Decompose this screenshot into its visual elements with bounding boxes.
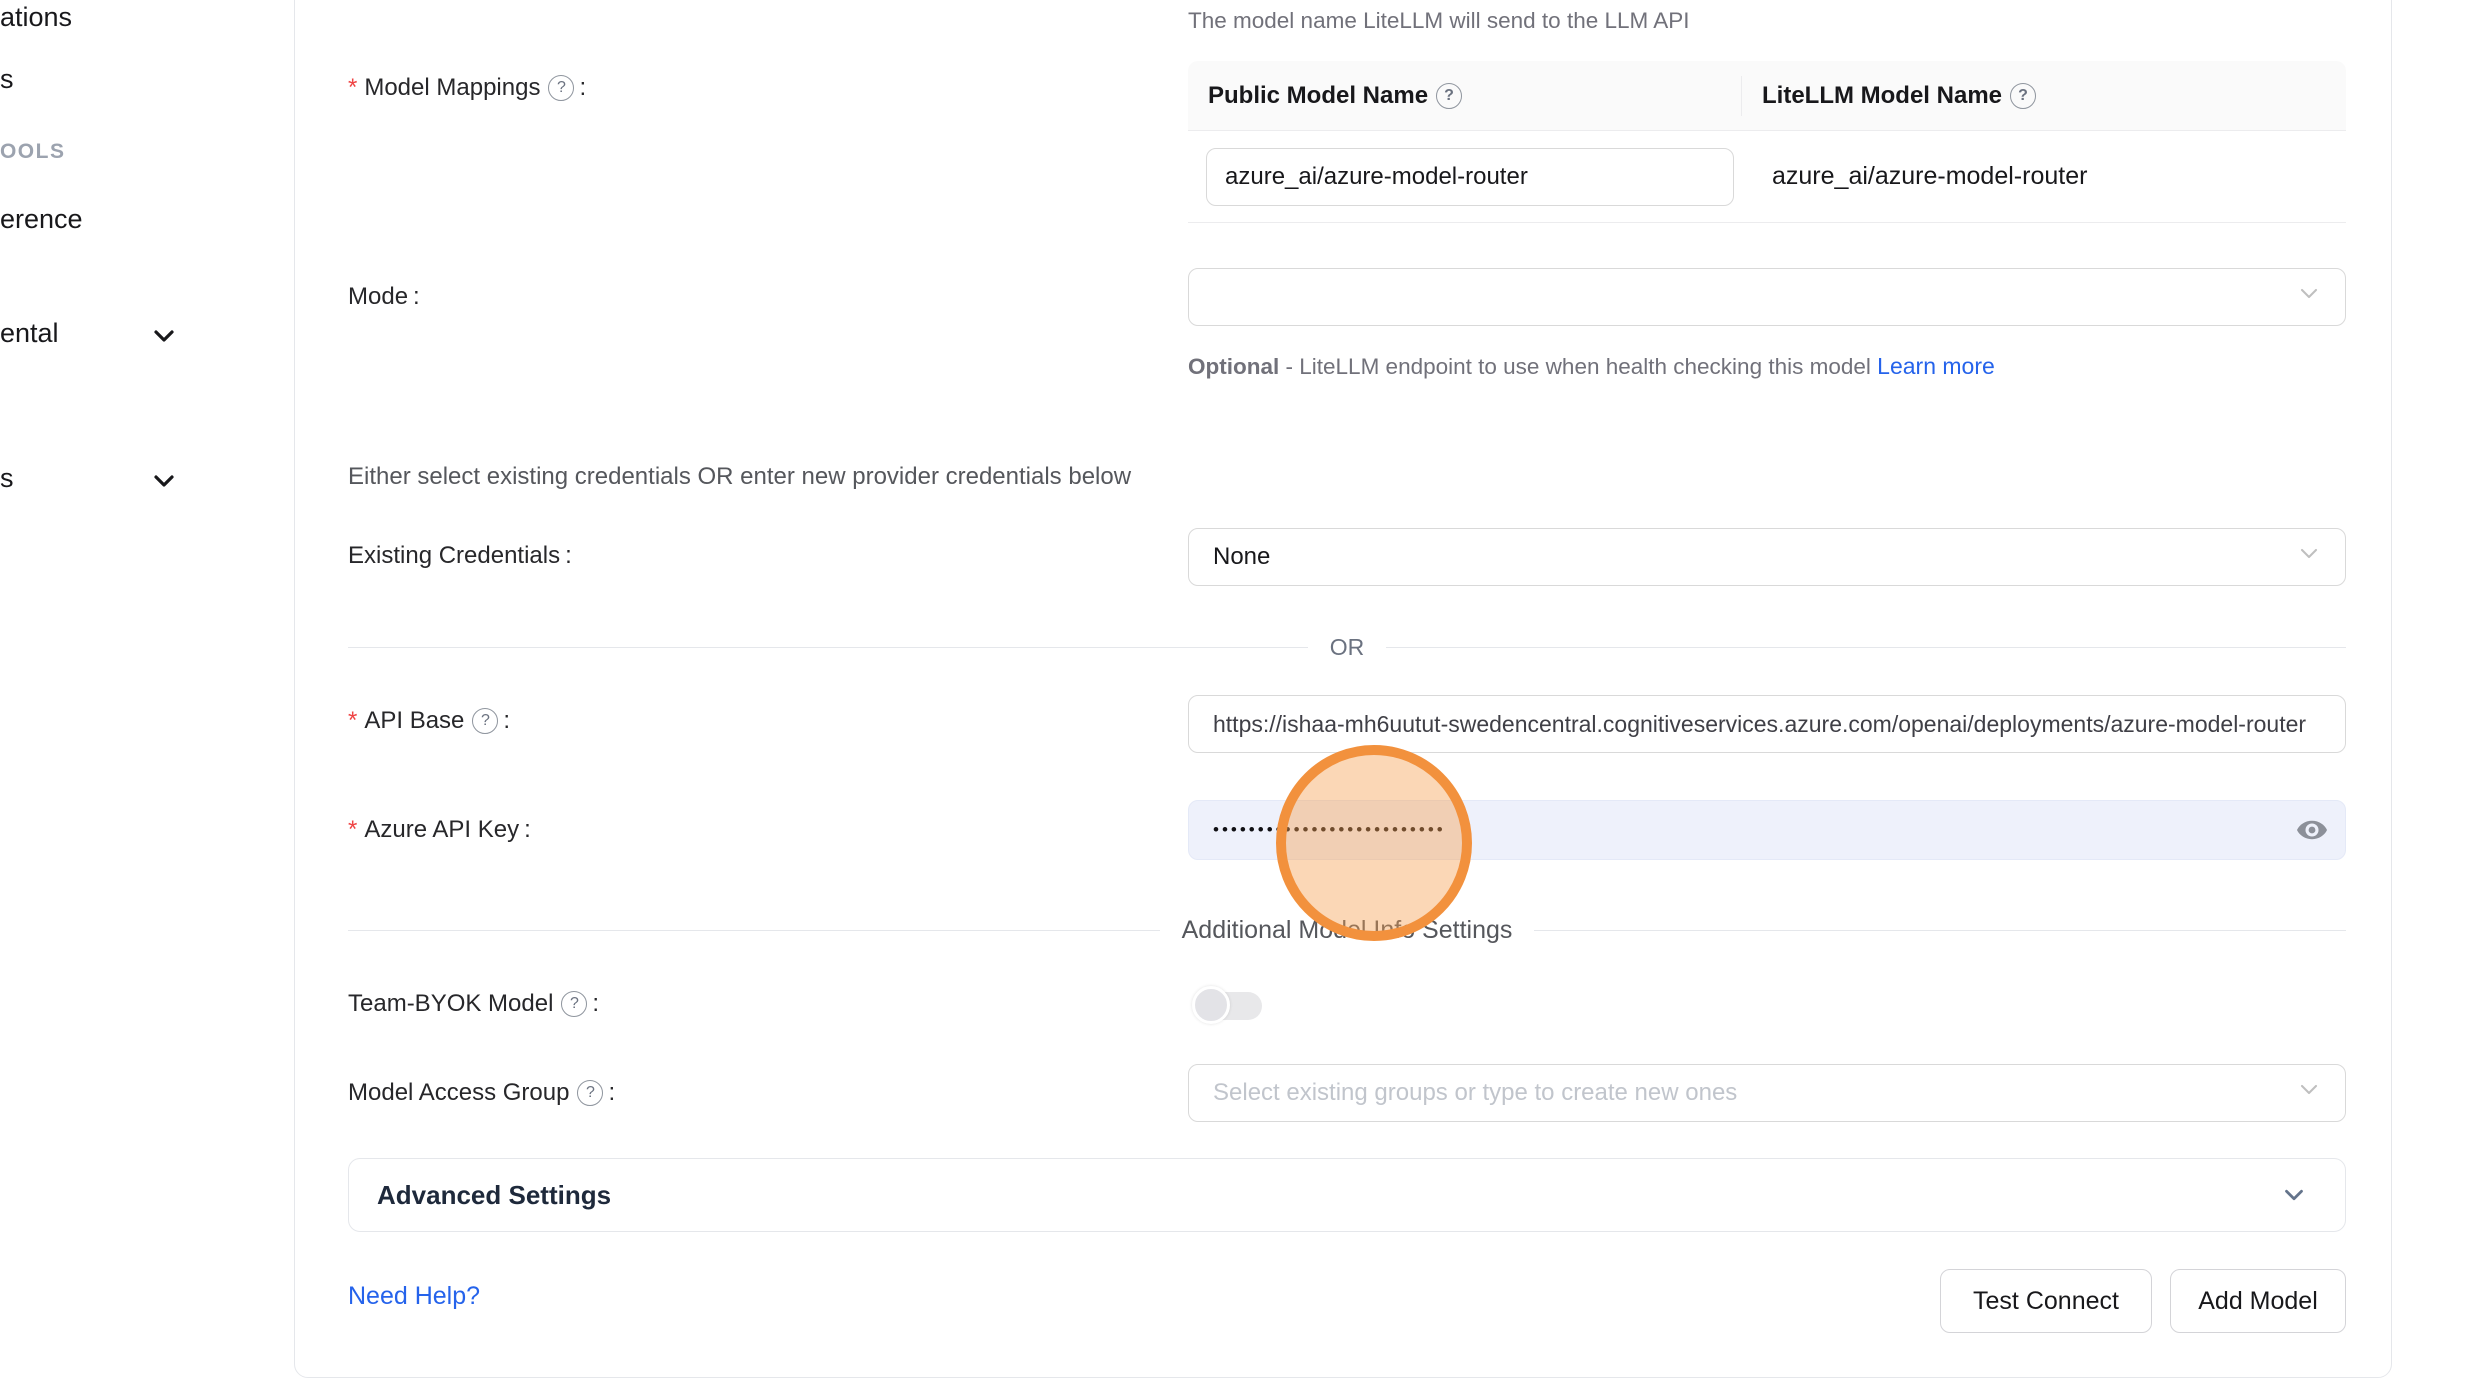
add-model-button[interactable]: Add Model bbox=[2170, 1269, 2346, 1333]
sidebar-item-label: erence bbox=[0, 204, 83, 234]
sidebar-item-organizations[interactable]: ations bbox=[0, 2, 72, 33]
public-model-name-input[interactable] bbox=[1206, 148, 1734, 206]
chevron-down-icon bbox=[2295, 540, 2323, 575]
additional-settings-divider: Additional Model Info Settings bbox=[348, 916, 2346, 945]
test-connect-button[interactable]: Test Connect bbox=[1940, 1269, 2152, 1333]
api-base-value: https://ishaa-mh6uutut-swedencentral.cog… bbox=[1213, 711, 2306, 738]
chevron-down-icon[interactable] bbox=[148, 320, 180, 357]
help-question-icon[interactable]: ? bbox=[577, 1080, 603, 1106]
sidebar-item-experimental[interactable]: ental bbox=[0, 318, 59, 349]
litellm-model-name-value: azure_ai/azure-model-router bbox=[1772, 162, 2087, 191]
team-byok-toggle[interactable] bbox=[1192, 986, 1262, 1024]
sidebar-item-guardrails[interactable]: s bbox=[0, 64, 14, 95]
sidebar-section-tools: TOOLS bbox=[0, 140, 65, 164]
mode-label: Mode : bbox=[348, 283, 420, 311]
public-model-name-header: Public Model Name ? bbox=[1188, 76, 1742, 116]
model-access-group-label: Model Access Group ? : bbox=[348, 1079, 615, 1107]
chevron-down-icon bbox=[2295, 1076, 2323, 1111]
team-byok-label: Team-BYOK Model ? : bbox=[348, 990, 599, 1018]
litellm-model-name-header: LiteLLM Model Name ? bbox=[1742, 76, 2346, 116]
table-row: azure_ai/azure-model-router bbox=[1188, 131, 2346, 223]
model-mappings-table: Public Model Name ? LiteLLM Model Name ?… bbox=[1188, 61, 2346, 223]
help-question-icon[interactable]: ? bbox=[2010, 83, 2036, 109]
required-asterisk: * bbox=[348, 816, 357, 844]
model-mappings-label: * Model Mappings ? : bbox=[348, 74, 586, 102]
advanced-settings-label: Advanced Settings bbox=[377, 1180, 2279, 1211]
sidebar-item-label: ations bbox=[0, 2, 72, 32]
chevron-down-icon bbox=[2279, 1180, 2309, 1210]
help-question-icon[interactable]: ? bbox=[561, 991, 587, 1017]
azure-api-key-input[interactable]: •••••••••••••••••••••••••• bbox=[1188, 800, 2346, 860]
help-question-icon[interactable]: ? bbox=[472, 708, 498, 734]
chevron-down-icon[interactable] bbox=[148, 465, 180, 502]
help-question-icon[interactable]: ? bbox=[548, 75, 574, 101]
model-name-helper-text: The model name LiteLLM will send to the … bbox=[1188, 8, 1690, 34]
sidebar-item-label: ental bbox=[0, 318, 59, 348]
optional-prefix: Optional bbox=[1188, 354, 1279, 379]
help-question-icon[interactable]: ? bbox=[1436, 83, 1462, 109]
existing-credentials-select[interactable]: None bbox=[1188, 528, 2346, 586]
advanced-settings-panel[interactable]: Advanced Settings bbox=[348, 1158, 2346, 1232]
sidebar-item-label: s bbox=[0, 64, 14, 94]
table-header-row: Public Model Name ? LiteLLM Model Name ? bbox=[1188, 61, 2346, 131]
required-asterisk: * bbox=[348, 74, 357, 102]
or-divider: OR bbox=[348, 634, 2346, 661]
existing-credentials-label: Existing Credentials : bbox=[348, 542, 572, 570]
sidebar-item-label: s bbox=[0, 463, 14, 493]
sidebar-item-inference[interactable]: erence bbox=[0, 204, 83, 235]
model-access-group-placeholder: Select existing groups or type to create… bbox=[1213, 1079, 1737, 1107]
need-help-link[interactable]: Need Help? bbox=[348, 1282, 480, 1311]
chevron-down-icon bbox=[2295, 280, 2323, 315]
existing-credentials-value: None bbox=[1213, 543, 1270, 571]
model-access-group-select[interactable]: Select existing groups or type to create… bbox=[1188, 1064, 2346, 1122]
learn-more-link[interactable]: Learn more bbox=[1877, 353, 1995, 379]
mode-select[interactable] bbox=[1188, 268, 2346, 326]
sidebar-item-settings[interactable]: s bbox=[0, 463, 14, 494]
api-base-input[interactable]: https://ishaa-mh6uutut-swedencentral.cog… bbox=[1188, 695, 2346, 753]
masked-api-key: •••••••••••••••••••••••••• bbox=[1213, 820, 1446, 840]
azure-api-key-label: * Azure API Key : bbox=[348, 816, 531, 844]
mode-helper-text: Optional - LiteLLM endpoint to use when … bbox=[1188, 346, 1998, 387]
eye-icon[interactable] bbox=[2295, 813, 2329, 847]
credentials-note: Either select existing credentials OR en… bbox=[348, 463, 1131, 491]
required-asterisk: * bbox=[348, 707, 357, 735]
api-base-label: * API Base ? : bbox=[348, 707, 510, 735]
